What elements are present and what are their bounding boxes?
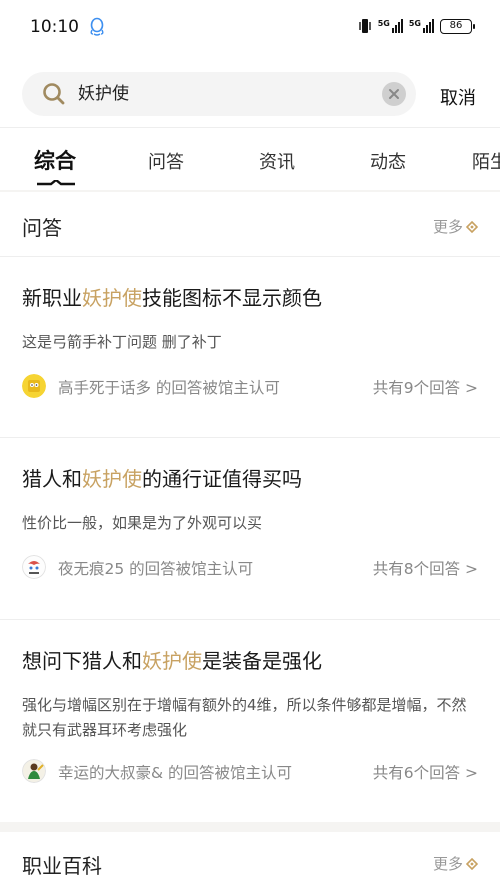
- tab-active-indicator: [37, 180, 75, 186]
- battery-icon: 86: [440, 18, 475, 34]
- wiki-more-label: 更多: [432, 855, 463, 873]
- answer-count-link[interactable]: 共有9个回答 >: [373, 376, 478, 398]
- answerer-text: 高手死于话多 的回答被馆主认可: [58, 379, 280, 397]
- keyword-highlight: 妖护使: [82, 286, 142, 310]
- qa-item-title: 新职业妖护使技能图标不显示颜色: [22, 286, 322, 310]
- status-indicators: 5G 5G 86: [358, 18, 475, 34]
- qa-item-title: 想问下猎人和妖护使是装备是强化: [22, 649, 322, 673]
- qa-item-snippet: 强化与增幅区别在于增幅有额外的4维，所以条件够都是增幅，不然就只有武器耳环考虑强…: [22, 696, 467, 739]
- wiki-section-title: 职业百科: [22, 854, 102, 878]
- answer-count-link[interactable]: 共有6个回答 >: [373, 761, 478, 783]
- header-divider: [0, 127, 500, 128]
- qa-section-header: 问答 更多: [0, 192, 500, 258]
- tab-feed[interactable]: 动态: [370, 148, 406, 174]
- row-divider: [0, 256, 500, 257]
- qa-item[interactable]: 新职业妖护使技能图标不显示颜色 这是弓箭手补丁问题 删了补丁 高手死于话多 的回…: [0, 282, 500, 412]
- vibrate-icon: [359, 19, 371, 33]
- signal-icon-2: 5G: [409, 19, 434, 33]
- answerer-text: 幸运的大叔豪& 的回答被馆主认可: [58, 764, 293, 782]
- search-bar[interactable]: [22, 72, 416, 116]
- wiki-more-link[interactable]: 更多: [433, 853, 478, 874]
- cancel-button[interactable]: 取消: [440, 84, 476, 110]
- qa-more-label: 更多: [432, 218, 463, 236]
- avatar: [22, 555, 46, 579]
- search-icon: [43, 83, 65, 105]
- qa-item-snippet: 性价比一般，如果是为了外观可以买: [22, 514, 263, 532]
- qa-item-title: 猎人和妖护使的通行证值得买吗: [22, 467, 302, 491]
- tab-strangers[interactable]: 陌生: [472, 148, 500, 174]
- row-divider: [0, 437, 500, 438]
- keyword-highlight: 妖护使: [82, 467, 142, 491]
- qa-section-title: 问答: [22, 216, 62, 240]
- row-divider: [0, 619, 500, 620]
- keyword-highlight: 妖护使: [142, 649, 202, 673]
- qa-item-footer: 高手死于话多 的回答被馆主认可 共有9个回答 >: [22, 374, 478, 400]
- tab-bar: 综合 问答 资讯 动态 陌生: [0, 130, 500, 190]
- qa-item[interactable]: 想问下猎人和妖护使是装备是强化 强化与增幅区别在于增幅有额外的4维，所以条件够都…: [0, 645, 500, 795]
- wiki-section-header: 职业百科 更多: [0, 832, 500, 893]
- signal-icon-1: 5G: [378, 19, 403, 33]
- qa-item-footer: 夜无痕25 的回答被馆主认可 共有8个回答 >: [22, 555, 478, 581]
- diamond-icon: [466, 220, 478, 233]
- avatar: [22, 759, 46, 783]
- tab-news[interactable]: 资讯: [259, 148, 295, 174]
- answer-count-link[interactable]: 共有8个回答 >: [373, 557, 478, 579]
- qa-item[interactable]: 猎人和妖护使的通行证值得买吗 性价比一般，如果是为了外观可以买 夜无痕25 的回…: [0, 463, 500, 593]
- search-input[interactable]: [78, 72, 378, 116]
- qa-item-footer: 幸运的大叔豪& 的回答被馆主认可 共有6个回答 >: [22, 759, 478, 785]
- diamond-icon: [466, 857, 478, 870]
- clear-icon[interactable]: [382, 82, 406, 106]
- qa-more-link[interactable]: 更多: [433, 216, 478, 237]
- status-bar: 10:10 5G 5G 86: [0, 0, 500, 58]
- answerer-text: 夜无痕25 的回答被馆主认可: [58, 560, 254, 578]
- avatar: [22, 374, 46, 398]
- tab-qa[interactable]: 问答: [148, 148, 184, 174]
- section-gap: [0, 822, 500, 832]
- status-time: 10:10: [30, 17, 79, 37]
- tab-all[interactable]: 综合: [34, 145, 76, 175]
- qa-item-snippet: 这是弓箭手补丁问题 删了补丁: [22, 333, 222, 351]
- qq-icon: [90, 17, 104, 36]
